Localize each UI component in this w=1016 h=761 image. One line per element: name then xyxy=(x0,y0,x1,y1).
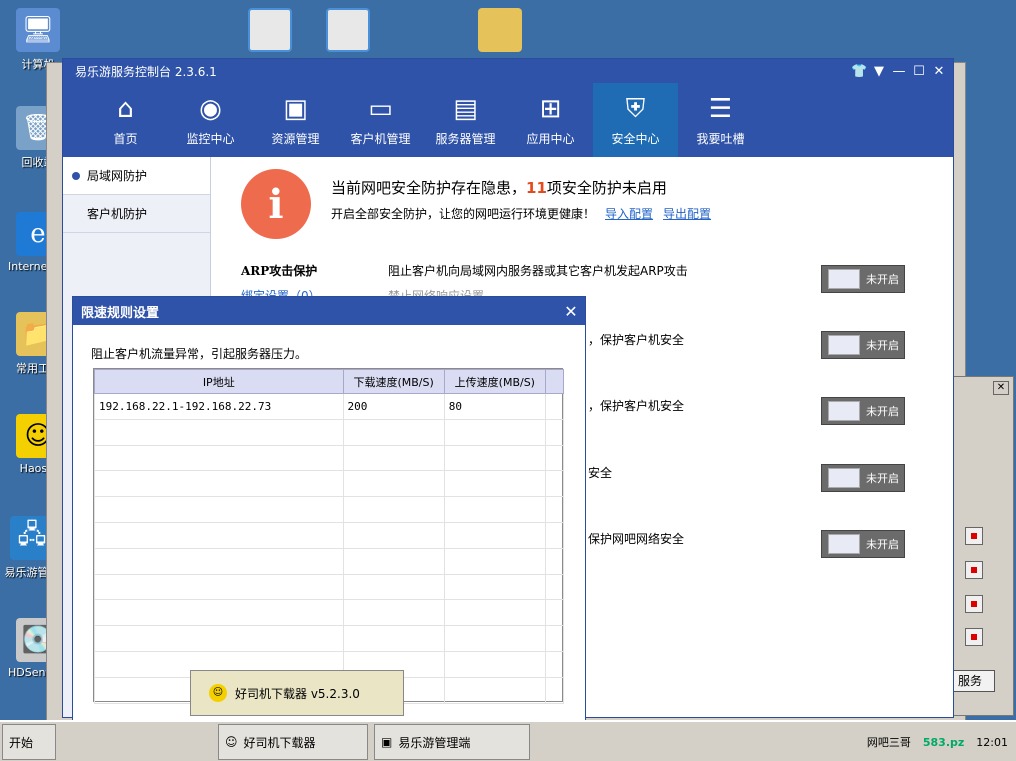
sidebar-item-lan-protection[interactable]: 局域网防护 xyxy=(63,157,210,195)
downloader-popup[interactable]: ☺ 好司机下载器 v5.2.3.0 xyxy=(190,670,404,716)
shield-icon: ⛨ xyxy=(625,93,646,124)
column-header-download[interactable]: 下载速度(MB/S) xyxy=(342,369,445,394)
stop-button[interactable] xyxy=(965,527,983,545)
haosiji-icon: ☺ xyxy=(225,735,238,749)
table-row[interactable] xyxy=(94,625,565,652)
top-desktop-icon-2[interactable] xyxy=(318,8,378,56)
feature-description: ，保护客户机安全 xyxy=(588,333,685,347)
warning-subtitle: 开启全部安全防护，让您的网吧运行环境更健康！ 导入配置 导出配置 xyxy=(331,207,712,221)
warning-title: 当前网吧安全防护存在隐患，11项安全防护未启用 xyxy=(331,179,667,197)
feature-toggle[interactable]: 未开启 xyxy=(821,464,905,492)
gamepad-icon: ▣ xyxy=(283,93,308,124)
rate-limit-dialog: 限速规则设置 ✕ 阻止客户机流量异常，引起服务器压力。 IP地址 下载速度(MB… xyxy=(72,296,586,722)
feature-toggle[interactable]: 未开启 xyxy=(821,530,905,558)
home-icon: ⌂ xyxy=(117,93,134,124)
upload-cell[interactable]: 80 xyxy=(443,393,546,420)
brand-sub-text: 583.pz xyxy=(922,735,965,749)
arp-toggle[interactable]: 未开启 xyxy=(821,265,905,293)
export-config-link[interactable]: 导出配置 xyxy=(663,207,711,221)
window-icon xyxy=(248,8,292,52)
dialog-title-bar: 限速规则设置 ✕ xyxy=(73,297,585,325)
window-title: 易乐游服务控制台 2.3.6.1 xyxy=(75,64,217,79)
taskbar: 开始 ☺ 好司机下载器 ▣ 易乐游管理端 网吧三哥 583.pz 12:01 xyxy=(0,720,1016,761)
start-button[interactable]: 开始 xyxy=(2,724,56,760)
table-row[interactable] xyxy=(94,573,565,601)
folder-icon xyxy=(478,8,522,52)
minimize-icon[interactable]: — xyxy=(891,64,907,79)
ip-cell[interactable]: 192.168.22.1-192.168.22.73 xyxy=(94,393,344,420)
stop-button[interactable] xyxy=(965,561,983,579)
window-icon xyxy=(326,8,370,52)
column-header-ip[interactable]: IP地址 xyxy=(94,369,344,394)
maximize-icon[interactable]: ☐ xyxy=(911,64,927,79)
table-row[interactable] xyxy=(94,521,565,549)
table-row[interactable] xyxy=(94,599,565,627)
dialog-description: 阻止客户机流量异常，引起服务器压力。 xyxy=(91,347,308,361)
column-header-upload[interactable]: 上传速度(MB/S) xyxy=(443,369,546,394)
top-desktop-icon-1[interactable] xyxy=(240,8,300,56)
feature-toggle[interactable]: 未开启 xyxy=(821,331,905,359)
haosiji-icon: ☺ xyxy=(209,684,227,702)
arp-feature-name: ARP攻击保护 xyxy=(241,264,318,278)
stop-button[interactable] xyxy=(965,628,983,646)
table-row[interactable]: 192.168.22.1-192.168.22.73 200 80 xyxy=(94,393,565,420)
feature-description: 安全 xyxy=(588,466,613,480)
nav-feedback[interactable]: ☰ 我要吐槽 xyxy=(678,83,763,157)
system-tray: 网吧三哥 583.pz 12:01 xyxy=(776,722,1016,761)
network-admin-icon: ▣ xyxy=(381,735,393,749)
nav-home[interactable]: ⌂ 首页 xyxy=(83,83,168,157)
rate-limit-table: IP地址 下载速度(MB/S) 上传速度(MB/S) 192.168.22.1-… xyxy=(93,368,565,704)
nav-monitor[interactable]: ◉ 监控中心 xyxy=(168,83,253,157)
nav-clients[interactable]: ▭ 客户机管理 xyxy=(338,83,423,157)
top-nav: ⌂ 首页 ◉ 监控中心 ▣ 资源管理 ▭ 客户机管理 ▤ 服务器管理 ⊞ 应用中… xyxy=(63,83,953,157)
close-icon[interactable]: ✕ xyxy=(931,64,947,79)
table-row[interactable] xyxy=(94,470,565,498)
comment-icon: ☰ xyxy=(708,93,733,124)
nav-resources[interactable]: ▣ 资源管理 xyxy=(253,83,338,157)
close-icon[interactable]: ✕ xyxy=(993,381,1009,395)
feature-description: ，保护客户机安全 xyxy=(588,399,685,413)
server-icon: ▤ xyxy=(453,93,478,124)
clock[interactable]: 12:01 xyxy=(976,736,1008,749)
disabled-count: 11 xyxy=(526,179,547,197)
close-icon[interactable]: ✕ xyxy=(557,302,585,321)
computer-icon: 🖥 xyxy=(16,8,60,52)
nav-security[interactable]: ⛨ 安全中心 xyxy=(593,83,678,157)
brand-text: 网吧三哥 xyxy=(866,736,911,749)
menu-dropdown-icon[interactable]: ▼ xyxy=(871,64,887,79)
sidebar-item-client-protection[interactable]: 客户机防护 xyxy=(63,195,210,233)
table-row[interactable] xyxy=(94,444,565,472)
feature-description: 保护网吧网络安全 xyxy=(588,532,685,546)
info-icon: i xyxy=(241,169,311,239)
toolbox-icon: ⊞ xyxy=(539,93,562,124)
top-desktop-icon-3[interactable] xyxy=(470,8,530,56)
taskbar-item-downloader[interactable]: ☺ 好司机下载器 xyxy=(218,724,368,760)
nav-apps[interactable]: ⊞ 应用中心 xyxy=(508,83,593,157)
stop-button[interactable] xyxy=(965,595,983,613)
feature-description: 阻止客户机向局域网内服务器或其它客户机发起ARP攻击 xyxy=(388,264,688,278)
dialog-title: 限速规则设置 xyxy=(81,305,160,321)
import-config-link[interactable]: 导入配置 xyxy=(605,207,653,221)
table-row[interactable] xyxy=(94,496,565,523)
table-row[interactable] xyxy=(94,418,565,446)
nav-servers[interactable]: ▤ 服务器管理 xyxy=(423,83,508,157)
taskbar-item-yileyou[interactable]: ▣ 易乐游管理端 xyxy=(374,724,530,760)
feature-toggle[interactable]: 未开启 xyxy=(821,397,905,425)
skin-icon[interactable]: 👕 xyxy=(851,64,867,79)
table-row[interactable] xyxy=(94,547,565,575)
download-cell[interactable]: 200 xyxy=(342,393,445,420)
eye-icon: ◉ xyxy=(199,93,222,124)
column-header-blank xyxy=(544,369,565,394)
monitor-icon: ▭ xyxy=(368,93,393,124)
title-bar: 易乐游服务控制台 2.3.6.1 👕 ▼ — ☐ ✕ xyxy=(63,59,953,83)
